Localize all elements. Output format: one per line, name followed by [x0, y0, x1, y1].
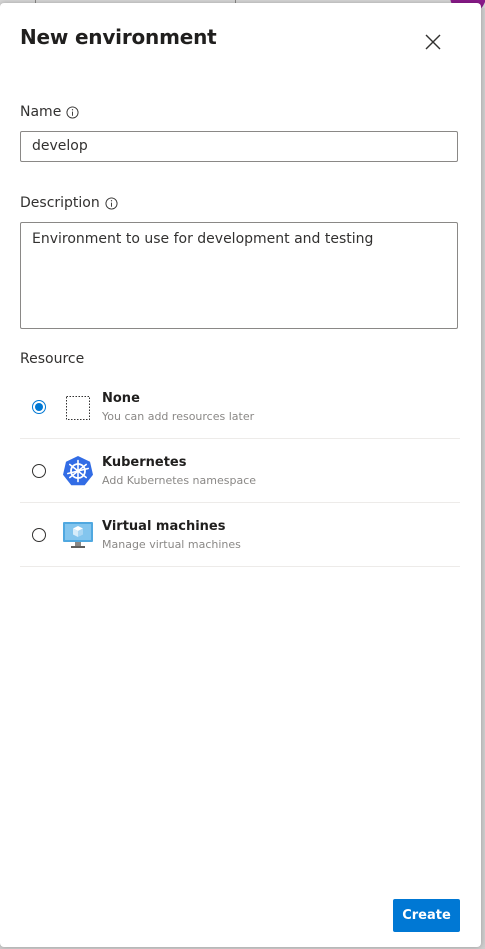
virtual-machine-icon — [63, 522, 93, 548]
radio-none[interactable] — [32, 400, 46, 414]
close-button[interactable] — [420, 29, 446, 55]
description-textarea[interactable]: Environment to use for development and t… — [20, 222, 458, 329]
dialog-title: New environment — [20, 25, 217, 49]
name-label: Name — [20, 104, 62, 120]
name-input[interactable]: develop — [20, 131, 458, 162]
resource-option-title: Kubernetes — [102, 455, 187, 470]
new-environment-dialog: New environment Name develop Description… — [0, 3, 481, 947]
resource-label: Resource — [20, 351, 85, 367]
description-label-row: Description — [20, 195, 118, 211]
resource-option-none[interactable]: None You can add resources later — [20, 375, 460, 439]
info-icon[interactable] — [66, 105, 79, 119]
name-label-row: Name — [20, 104, 79, 120]
resource-option-kubernetes[interactable]: Kubernetes Add Kubernetes namespace — [20, 439, 460, 503]
resource-option-virtual-machines[interactable]: Virtual machines Manage virtual machines — [20, 503, 460, 567]
radio-virtual-machines[interactable] — [32, 528, 46, 542]
info-icon[interactable] — [105, 196, 118, 210]
create-button[interactable]: Create — [393, 899, 460, 932]
description-label: Description — [20, 195, 100, 211]
kubernetes-icon — [63, 456, 93, 486]
close-icon — [425, 34, 441, 50]
dotted-square-icon — [66, 396, 90, 420]
radio-kubernetes[interactable] — [32, 464, 46, 478]
resource-option-subtitle: You can add resources later — [102, 410, 255, 423]
resource-option-title: None — [102, 391, 140, 406]
resource-option-subtitle: Manage virtual machines — [102, 538, 241, 551]
resource-option-title: Virtual machines — [102, 519, 226, 534]
resource-option-subtitle: Add Kubernetes namespace — [102, 474, 257, 487]
